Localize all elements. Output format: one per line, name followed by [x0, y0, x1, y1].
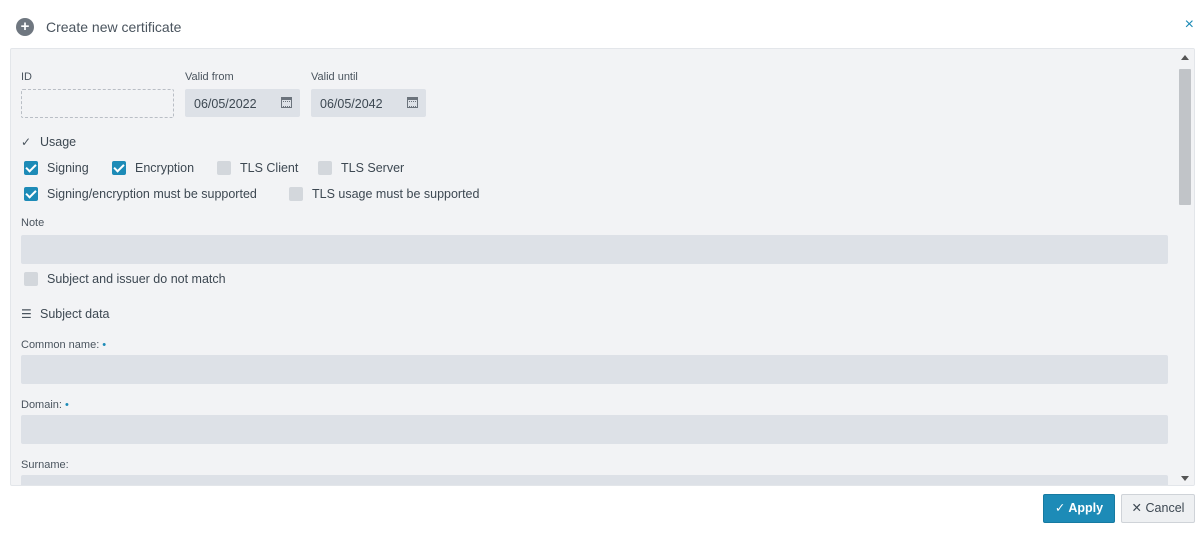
usage-title: Usage: [40, 135, 77, 149]
checkbox-box[interactable]: [112, 161, 126, 175]
valid-from-input[interactable]: 06/05/2022: [185, 89, 300, 117]
checkbox-box[interactable]: [318, 161, 332, 175]
subject-data-section-title: ☰ Subject data: [21, 307, 110, 321]
check-icon: ✓: [21, 135, 32, 149]
domain-label: Domain: •: [21, 399, 69, 411]
dialog-header: + Create new certificate ×: [0, 0, 1204, 48]
checkbox-box[interactable]: [217, 161, 231, 175]
checkbox-box[interactable]: [24, 161, 38, 175]
required-marker: •: [64, 399, 69, 411]
common-name-input[interactable]: [21, 355, 1168, 384]
checkbox-tls-client[interactable]: TLS Client: [217, 161, 307, 177]
checkbox-label: Signing: [47, 161, 89, 175]
surname-input[interactable]: [21, 475, 1168, 485]
valid-until-input[interactable]: 06/05/2042: [311, 89, 426, 117]
checkbox-box[interactable]: [24, 272, 38, 286]
checkbox-label: Encryption: [135, 161, 195, 175]
scrollbar-thumb[interactable]: [1179, 69, 1191, 205]
cancel-label: Cancel: [1145, 501, 1185, 515]
surname-label: Surname:: [21, 459, 69, 471]
note-label: Note: [21, 217, 45, 229]
valid-until-label: Valid until: [311, 71, 358, 83]
list-icon: ☰: [21, 307, 32, 321]
scroll-up-arrow-icon[interactable]: [1181, 55, 1189, 60]
apply-button[interactable]: ✓ Apply: [1043, 494, 1115, 523]
check-icon: ✓: [1054, 501, 1066, 515]
checkbox-label: Signing/encryption must be supported: [47, 187, 257, 201]
checkbox-label: TLS usage must be supported: [312, 187, 480, 201]
valid-until-value: 06/05/2042: [320, 97, 383, 111]
calendar-icon[interactable]: [407, 97, 418, 108]
checkbox-tls-usage-required[interactable]: TLS usage must be supported: [289, 187, 489, 203]
checkbox-encryption[interactable]: Encryption: [112, 161, 202, 177]
checkbox-tls-server[interactable]: TLS Server: [318, 161, 408, 177]
checkbox-label: TLS Server: [341, 161, 405, 175]
checkbox-signing[interactable]: Signing: [24, 161, 104, 177]
vertical-scrollbar[interactable]: [1177, 49, 1194, 485]
note-input[interactable]: [21, 235, 1168, 264]
close-icon: ✕: [1131, 501, 1143, 515]
id-input[interactable]: [21, 89, 174, 118]
dialog-title: Create new certificate: [46, 19, 182, 35]
checkbox-label: Subject and issuer do not match: [47, 272, 226, 286]
checkbox-box[interactable]: [24, 187, 38, 201]
common-name-label: Common name: •: [21, 339, 106, 351]
form-panel: ID Valid from 06/05/2022 Valid until 06/…: [10, 48, 1195, 486]
valid-from-value: 06/05/2022: [194, 97, 257, 111]
usage-section-title: ✓ Usage: [21, 135, 76, 149]
id-label: ID: [21, 71, 32, 83]
apply-label: Apply: [1068, 501, 1104, 515]
cancel-button[interactable]: ✕ Cancel: [1121, 494, 1195, 523]
subject-title: Subject data: [40, 307, 110, 321]
domain-input[interactable]: [21, 415, 1168, 444]
common-name-label-text: Common name:: [21, 339, 100, 351]
checkbox-box[interactable]: [289, 187, 303, 201]
scroll-down-arrow-icon[interactable]: [1181, 476, 1189, 481]
add-circle-icon: +: [16, 18, 34, 36]
close-icon[interactable]: ×: [1185, 16, 1194, 34]
valid-from-label: Valid from: [185, 71, 234, 83]
create-certificate-dialog: + Create new certificate × ID Valid from…: [0, 0, 1204, 536]
calendar-icon[interactable]: [281, 97, 292, 108]
domain-label-text: Domain:: [21, 399, 62, 411]
required-marker: •: [102, 339, 107, 351]
checkbox-label: TLS Client: [240, 161, 299, 175]
checkbox-signing-encryption-required[interactable]: Signing/encryption must be supported: [24, 187, 274, 203]
checkbox-subject-issuer-mismatch[interactable]: Subject and issuer do not match: [24, 272, 244, 288]
